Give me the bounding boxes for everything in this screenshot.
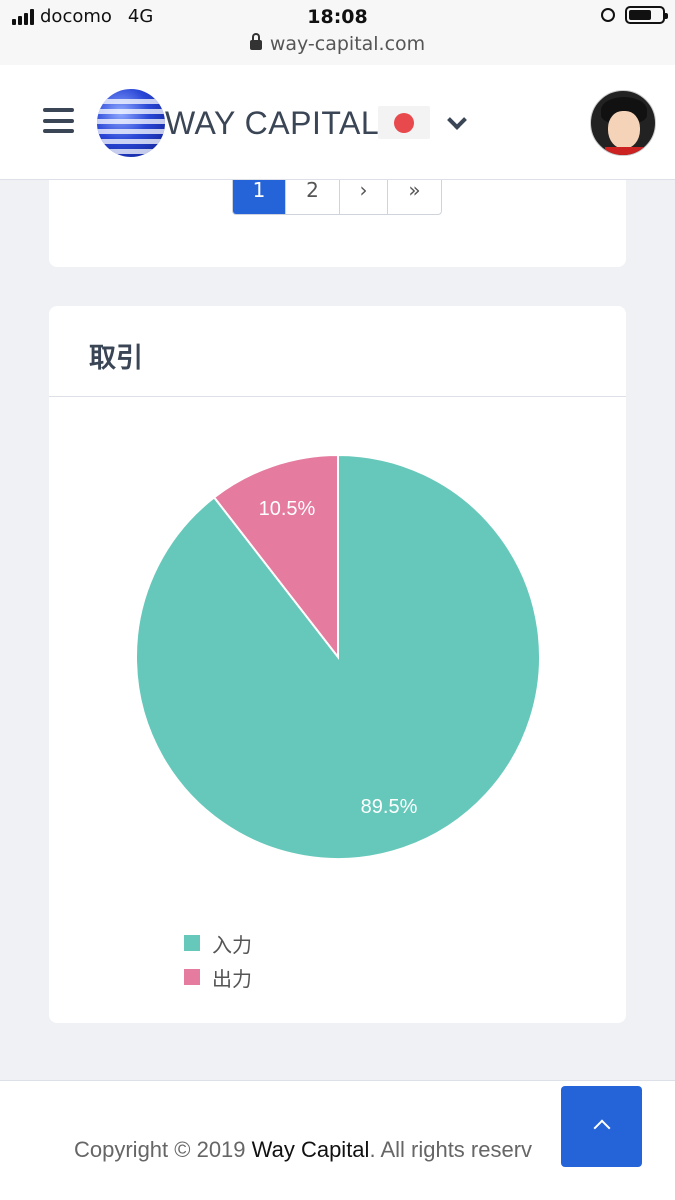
transactions-card: 取引 89.5% 10.5% 入力出力 xyxy=(49,306,626,1023)
pie-chart: 89.5% 10.5% xyxy=(135,453,541,860)
url-text: way-capital.com xyxy=(269,33,426,55)
legend-swatch xyxy=(184,969,200,985)
url-bar[interactable]: way-capital.com xyxy=(0,33,675,55)
pie-slice-label-2: 10.5% xyxy=(259,498,316,520)
japan-flag-icon[interactable] xyxy=(378,106,430,139)
user-avatar[interactable] xyxy=(590,90,656,156)
copyright-prefix: Copyright © 2019 xyxy=(74,1137,252,1162)
chevron-down-icon[interactable] xyxy=(447,110,467,130)
status-bar: docomo 4G 18:08 way-capital.com xyxy=(0,0,675,65)
site-header: WAY CAPITAL xyxy=(0,65,675,180)
legend-label: 出力 xyxy=(212,966,252,991)
copyright-suffix: . All rights reserv xyxy=(369,1137,533,1162)
company-link[interactable]: Way Capital xyxy=(252,1137,370,1162)
chart-legend: 入力 出力 xyxy=(184,926,252,994)
alarm-icon xyxy=(601,8,615,22)
legend-item-1[interactable]: 入力 xyxy=(184,926,252,960)
clock: 18:08 xyxy=(307,6,368,28)
battery-icon xyxy=(625,6,668,24)
copyright-text: Copyright © 2019 Way Capital. All rights… xyxy=(74,1137,532,1163)
card-title: 取引 xyxy=(89,343,143,374)
brand-name[interactable]: WAY CAPITAL xyxy=(165,105,379,142)
lock-icon xyxy=(249,33,262,50)
chevron-up-icon xyxy=(593,1119,611,1137)
legend-item-2[interactable]: 出力 xyxy=(184,960,252,994)
hamburger-icon[interactable] xyxy=(43,108,74,133)
legend-label: 入力 xyxy=(212,932,252,957)
logo-globe-icon[interactable] xyxy=(97,89,165,157)
legend-swatch xyxy=(184,935,200,951)
back-to-top-button[interactable] xyxy=(561,1086,642,1167)
pie-slice-label-1: 89.5% xyxy=(361,796,418,818)
